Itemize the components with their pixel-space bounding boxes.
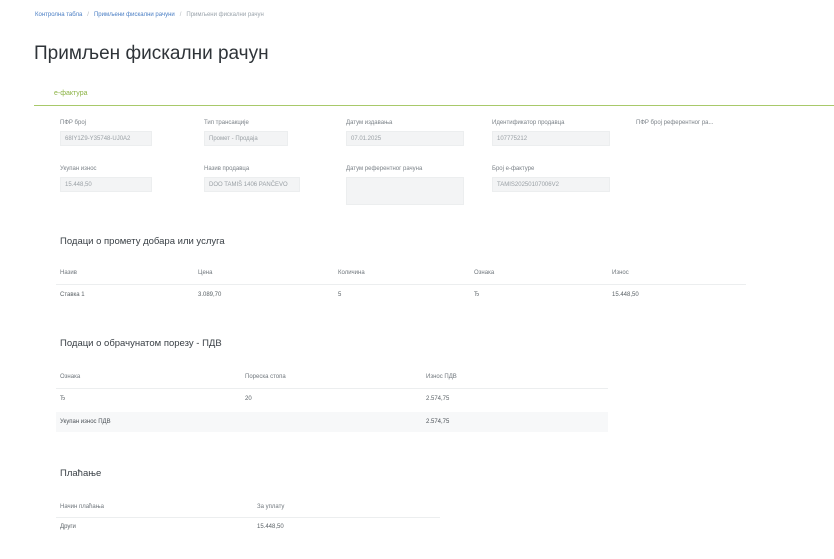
items-header-kolicina: Количина xyxy=(338,270,365,276)
tax-header-stopa: Пореска стопа xyxy=(245,374,286,380)
field-label: ПФР број xyxy=(60,120,86,126)
tax-total-label: Укупан износ ПДВ xyxy=(60,419,111,425)
items-cell-kolicina: 5 xyxy=(338,292,342,298)
broj-efakture-input[interactable]: TAMIS20250107006V2 xyxy=(492,177,610,192)
items-header-iznos: Износ xyxy=(612,270,629,276)
breadcrumb-current: Примљени фискални рачун xyxy=(186,12,264,18)
tab-efaktura[interactable]: е-фактура xyxy=(54,90,88,97)
table-divider xyxy=(56,284,746,285)
tax-cell-oznaka: Ђ xyxy=(60,396,66,402)
payment-cell-za-uplatu: 15.448,50 xyxy=(257,524,284,530)
datum-referentnog-input[interactable] xyxy=(346,177,464,205)
payment-header-za-uplatu: За уплату xyxy=(257,504,285,510)
breadcrumb-link-received-receipts[interactable]: Примљени фискални рачуни xyxy=(94,12,175,18)
table-divider xyxy=(56,517,440,518)
pfr-broj-input[interactable]: 68IY1Z9-Y35748-UJ0A2 xyxy=(60,131,152,146)
field-label: Датум референтног рачуна xyxy=(346,166,423,172)
tax-cell-stopa: 20 xyxy=(245,396,252,402)
items-cell-cena: 3.089,70 xyxy=(198,292,222,298)
items-header-naziv: Назив xyxy=(60,270,77,276)
field-label: Укупан износ xyxy=(60,166,97,172)
field-label: Назив продавца xyxy=(204,166,250,172)
items-header-oznaka: Ознака xyxy=(474,270,495,276)
field-datum-izdavanja: Датум издавања 07.01.2025 xyxy=(346,120,464,146)
items-section-title: Подаци о промету добара или услуга xyxy=(60,236,225,247)
field-broj-efakture: Број е-фактуре TAMIS20250107006V2 xyxy=(492,166,610,192)
tab-bar: е-фактура xyxy=(34,85,834,106)
tax-section-title: Подаци о обрачунатом порезу - ПДВ xyxy=(60,338,222,349)
tax-cell-iznos-pdv: 2.574,75 xyxy=(426,396,450,402)
table-divider xyxy=(56,388,608,389)
payment-cell-nacin: Други xyxy=(60,524,76,530)
page-title: Примљен фискални рачун xyxy=(34,43,269,64)
tax-total-value: 2.574,75 xyxy=(426,419,450,425)
field-label: Датум издавања xyxy=(346,120,393,126)
tax-header-iznos-pdv: Износ ПДВ xyxy=(426,374,457,380)
tip-transakcije-input[interactable]: Промет - Продаја xyxy=(204,131,288,146)
field-tip-transakcije: Тип трансакције Промет - Продаја xyxy=(204,120,288,146)
field-datum-referentnog: Датум референтног рачуна xyxy=(346,166,464,205)
breadcrumb: Контролна табла / Примљени фискални рачуни… xyxy=(35,12,264,18)
payment-header-nacin: Начин плаћања xyxy=(60,504,104,510)
field-identifikator-prodavca: Идентификатор продавца 107775212 xyxy=(492,120,610,146)
breadcrumb-separator: / xyxy=(87,12,89,18)
field-pfr-broj-referentnog: ПФР број референтног ра... xyxy=(636,120,766,129)
field-ukupan-iznos: Укупан износ 15.448,50 xyxy=(60,166,152,192)
payment-section-title: Плаћање xyxy=(60,468,102,479)
items-cell-oznaka: Ђ xyxy=(474,292,480,298)
items-cell-naziv: Ставка 1 xyxy=(60,292,85,298)
items-header-cena: Цена xyxy=(198,270,213,276)
naziv-prodavca-input[interactable]: DOO TAMIŠ 1406 PANČEVO xyxy=(204,177,300,192)
datum-izdavanja-input[interactable]: 07.01.2025 xyxy=(346,131,464,146)
ukupan-iznos-input[interactable]: 15.448,50 xyxy=(60,177,152,192)
items-cell-iznos: 15.448,50 xyxy=(612,292,639,298)
tax-total-row xyxy=(56,412,608,432)
breadcrumb-link-dashboard[interactable]: Контролна табла xyxy=(35,12,82,18)
identifikator-prodavca-input[interactable]: 107775212 xyxy=(492,131,610,146)
field-label: Идентификатор продавца xyxy=(492,120,565,126)
field-pfr-broj: ПФР број 68IY1Z9-Y35748-UJ0A2 xyxy=(60,120,152,146)
tax-header-oznaka: Ознака xyxy=(60,374,81,380)
field-label: Број е-фактуре xyxy=(492,166,535,172)
breadcrumb-separator: / xyxy=(179,12,182,18)
field-label: ПФР број референтног ра... xyxy=(636,120,714,126)
field-label: Тип трансакције xyxy=(204,120,249,126)
field-naziv-prodavca: Назив продавца DOO TAMIŠ 1406 PANČEVO xyxy=(204,166,300,192)
